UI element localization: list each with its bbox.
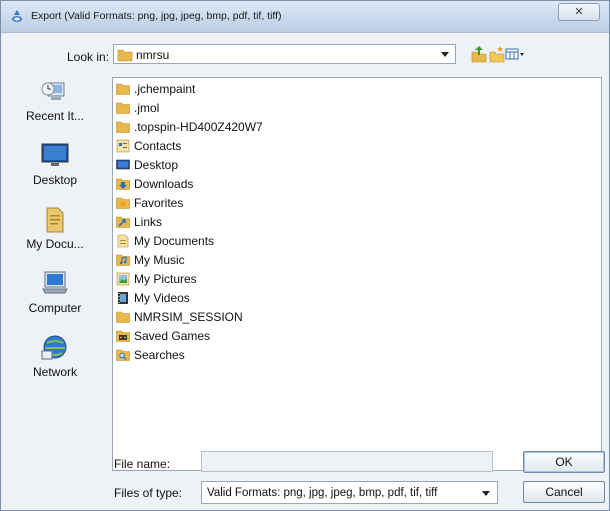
folder-icon <box>117 48 133 65</box>
list-item[interactable]: Desktop <box>116 156 178 174</box>
places-bar: Recent It... Desktop My Docu... Computer… <box>3 77 107 477</box>
up-folder-icon <box>471 46 487 63</box>
list-item[interactable]: .jmol <box>116 99 159 117</box>
folder-icon <box>116 121 130 133</box>
files-of-type-value: Valid Formats: png, jpg, jpeg, bmp, pdf,… <box>207 487 438 499</box>
chevron-down-icon <box>482 491 490 496</box>
look-in-label: Look in: <box>67 50 110 64</box>
videos-folder-icon <box>118 292 128 304</box>
list-item[interactable]: Favorites <box>116 194 183 212</box>
my-documents-icon <box>46 207 64 233</box>
place-desktop[interactable]: Desktop <box>3 141 107 187</box>
list-item[interactable]: My Documents <box>116 232 214 250</box>
searches-folder-icon <box>116 349 130 361</box>
files-of-type-label: Files of type: <box>114 486 183 500</box>
pictures-folder-icon <box>116 272 130 286</box>
desktop-folder-icon <box>116 159 130 170</box>
place-recent-items[interactable]: Recent It... <box>3 77 107 123</box>
close-icon: ✕ <box>574 6 584 18</box>
chevron-down-icon <box>441 52 449 57</box>
folder-icon <box>116 102 130 114</box>
saved-games-folder-icon <box>116 330 130 342</box>
list-item[interactable]: Searches <box>116 346 185 364</box>
place-label: Network <box>32 365 77 379</box>
folder-icon <box>116 83 130 95</box>
close-button[interactable]: ✕ <box>558 3 600 21</box>
downloads-folder-icon <box>116 178 130 190</box>
export-dialog: Export (Valid Formats: png, jpg, jpeg, b… <box>0 0 610 511</box>
up-one-level-button[interactable] <box>470 44 488 64</box>
list-item[interactable]: My Pictures <box>116 270 197 288</box>
network-icon <box>41 335 67 360</box>
title-bar[interactable]: Export (Valid Formats: png, jpg, jpeg, b… <box>1 1 609 33</box>
place-my-documents[interactable]: My Docu... <box>3 205 107 251</box>
list-view-icon <box>505 48 524 60</box>
file-list[interactable]: .jchempaint .jmol .topspin-HD400Z420W7 C… <box>112 77 602 471</box>
dialog-content: Look in: nmrsu Recent It... Desktop My D… <box>1 33 609 510</box>
place-computer[interactable]: Computer <box>3 269 107 315</box>
list-item[interactable]: Links <box>116 213 162 231</box>
list-item[interactable]: My Music <box>116 251 185 269</box>
files-of-type-dropdown[interactable]: Valid Formats: png, jpg, jpeg, bmp, pdf,… <box>201 481 498 504</box>
list-item[interactable]: Saved Games <box>116 327 210 345</box>
list-item[interactable]: My Videos <box>116 289 190 307</box>
file-name-label: File name: <box>114 457 171 471</box>
list-item[interactable]: .topspin-HD400Z420W7 <box>116 118 263 136</box>
place-label: My Docu... <box>26 237 84 251</box>
view-menu-button[interactable] <box>504 44 526 64</box>
computer-icon <box>42 271 68 294</box>
place-label: Computer <box>28 301 82 315</box>
desktop-icon <box>41 143 69 166</box>
folder-icon <box>116 311 130 323</box>
place-network[interactable]: Network <box>3 333 107 379</box>
favorites-folder-icon <box>116 197 130 209</box>
place-label: Recent It... <box>25 109 85 123</box>
file-name-input[interactable] <box>201 451 493 472</box>
look-in-value: nmrsu <box>136 48 170 62</box>
list-item[interactable]: Downloads <box>116 175 193 193</box>
list-item[interactable]: Contacts <box>116 137 181 155</box>
list-item[interactable]: .jchempaint <box>116 80 195 98</box>
contacts-folder-icon <box>116 139 130 153</box>
place-label: Desktop <box>32 173 78 187</box>
documents-folder-icon <box>117 234 129 248</box>
ok-button[interactable]: OK <box>523 451 605 473</box>
cancel-button[interactable]: Cancel <box>523 481 605 503</box>
links-folder-icon <box>116 216 130 228</box>
java-app-icon <box>11 10 23 24</box>
recent-items-icon <box>41 82 65 100</box>
dialog-title: Export (Valid Formats: png, jpg, jpeg, b… <box>31 10 282 22</box>
look-in-dropdown[interactable]: nmrsu <box>113 44 456 64</box>
list-item[interactable]: NMRSIM_SESSION <box>116 308 243 326</box>
music-folder-icon <box>116 254 130 266</box>
